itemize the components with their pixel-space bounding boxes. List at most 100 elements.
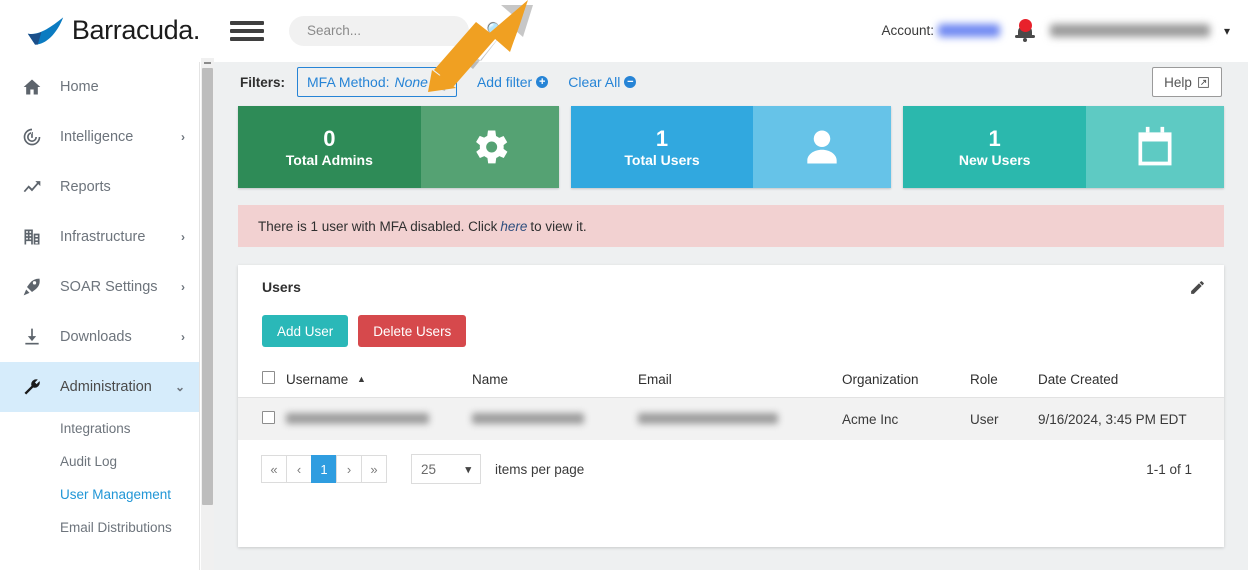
stat-card-total-users[interactable]: 1 Total Users [570,106,892,188]
chevron-down-icon[interactable]: ▾ [1224,24,1230,38]
column-label: Date Created [1038,371,1119,387]
barracuda-fin-icon [27,16,64,45]
select-all-header [238,363,286,398]
clear-all-button[interactable]: Clear All − [568,74,637,90]
sidebar-item-label: Downloads [60,329,132,345]
brand-name: Barracuda. [71,15,200,45]
notification-badge [1018,18,1032,32]
scrollbar-thumb[interactable] [202,68,213,505]
sidebar-item-label: SOAR Settings [60,279,158,295]
cell-organization: Acme Inc [842,397,970,440]
top-bar: Barracuda. 🔍 Account: ▾ [0,0,1248,62]
help-button[interactable]: Help [1152,67,1222,97]
users-table: Username ▲ Name Email Organization Role [238,363,1224,440]
stat-card-new-users[interactable]: 1 New Users [903,106,1225,188]
column-label: Email [638,371,672,387]
sidebar-subitem-integrations[interactable]: Integrations [0,412,199,445]
minus-circle-icon[interactable]: − [624,76,637,88]
column-label: Username [286,371,349,387]
pagination-page-1[interactable]: 1 [311,455,337,483]
gear-icon [420,106,559,188]
items-per-page-select[interactable]: 25 ▾ [411,454,481,484]
sidebar-subitem-user-management[interactable]: User Management [0,478,199,511]
column-label: Organization [842,371,919,387]
hamburger-icon[interactable] [230,17,264,45]
select-all-checkbox[interactable] [262,371,275,384]
sidebar-item-reports[interactable]: Reports [0,162,199,212]
stat-card-total-admins[interactable]: 0 Total Admins [238,106,559,188]
search-input[interactable]: 🔍 [289,15,506,46]
column-organization[interactable]: Organization [842,363,970,398]
sidebar-item-infrastructure[interactable]: Infrastructure › [0,212,199,262]
column-email[interactable]: Email [638,363,842,398]
sidebar-item-intelligence[interactable]: Intelligence › [0,112,199,162]
column-role[interactable]: Role [970,363,1038,398]
external-link-icon [1198,76,1209,88]
items-per-page-label: items per page [495,461,585,477]
stat-caption: New Users [958,151,1031,168]
search-icon[interactable]: 🔍 [486,21,506,41]
mfa-method-filter-chip[interactable]: MFA Method: None [297,67,457,97]
sidebar-item-downloads[interactable]: Downloads › [0,312,199,362]
trend-up-icon [22,177,52,197]
cell-role: User [970,397,1038,440]
building-icon [22,227,52,247]
scrollbar-up-arrow[interactable] [201,58,214,68]
person-icon [753,106,892,188]
users-panel: Users Add User Delete Users Username ▲ N… [238,265,1224,547]
stat-value: 1 [988,126,1001,152]
panel-title: Users [262,279,301,295]
sidebar-item-label: Infrastructure [60,229,146,245]
column-username[interactable]: Username ▲ [286,363,472,398]
sort-ascending-icon: ▲ [357,373,366,384]
chevron-down-icon: ▾ [465,463,471,476]
filter-chip-value: None [394,74,428,90]
mfa-disabled-alert: There is 1 user with MFA disabled. Click… [238,205,1224,247]
sidebar-subitem-label: User Management [60,487,172,502]
account-label-text: Account: [881,23,934,38]
sidebar-subitem-audit-log[interactable]: Audit Log [0,445,199,478]
bell-icon[interactable] [1014,18,1036,43]
sidebar-item-home[interactable]: Home [0,62,199,112]
sidebar-item-soar-settings[interactable]: SOAR Settings › [0,262,199,312]
target-icon [22,127,52,147]
pencil-icon[interactable] [1189,279,1206,296]
pagination: « ‹ 1 › » 25 ▾ items per page 1-1 of 1 [238,440,1224,484]
add-filter-button[interactable]: Add filter + [476,74,549,90]
alert-here-link[interactable]: here [500,219,527,234]
sidebar-item-administration[interactable]: Administration ⌄ [0,362,199,412]
top-right-area: Account: ▾ [881,18,1248,43]
column-name[interactable]: Name [472,363,638,398]
user-name-redacted[interactable] [1049,24,1210,37]
sidebar-subitem-label: Integrations [60,421,131,436]
name-redacted [472,412,584,424]
column-label: Role [970,371,998,387]
pagination-next[interactable]: › [336,455,362,483]
cell-username [286,397,472,440]
sidebar-subitem-email-distributions[interactable]: Email Distributions [0,511,199,544]
brand-logo[interactable]: Barracuda. [0,0,200,62]
column-date-created[interactable]: Date Created [1038,363,1224,398]
pagination-range: 1-1 of 1 [1146,461,1192,477]
search-field[interactable] [305,22,486,39]
add-user-button[interactable]: Add User [262,315,349,347]
cell-name [472,397,638,440]
pagination-first[interactable]: « [261,455,287,483]
cell-date-created: 9/16/2024, 3:45 PM EDT [1038,397,1224,440]
stat-value: 1 [655,126,669,152]
filter-chip-name: MFA Method: [307,74,390,90]
page-scrollbar[interactable] [201,58,214,570]
delete-users-button[interactable]: Delete Users [358,315,467,347]
plus-circle-icon[interactable]: + [536,76,549,88]
pagination-prev[interactable]: ‹ [286,455,312,483]
pagination-last[interactable]: » [361,455,387,483]
rocket-icon [22,277,52,297]
stat-value: 0 [323,126,336,152]
chevron-right-icon: › [181,230,185,244]
pencil-icon[interactable] [433,75,447,89]
filter-bar: Filters: MFA Method: None Add filter + C… [214,58,1248,106]
add-filter-label: Add filter [476,74,533,90]
table-row[interactable]: Acme Inc User 9/16/2024, 3:45 PM EDT [238,397,1224,440]
clear-all-label: Clear All [568,74,621,90]
row-checkbox[interactable] [262,411,275,424]
